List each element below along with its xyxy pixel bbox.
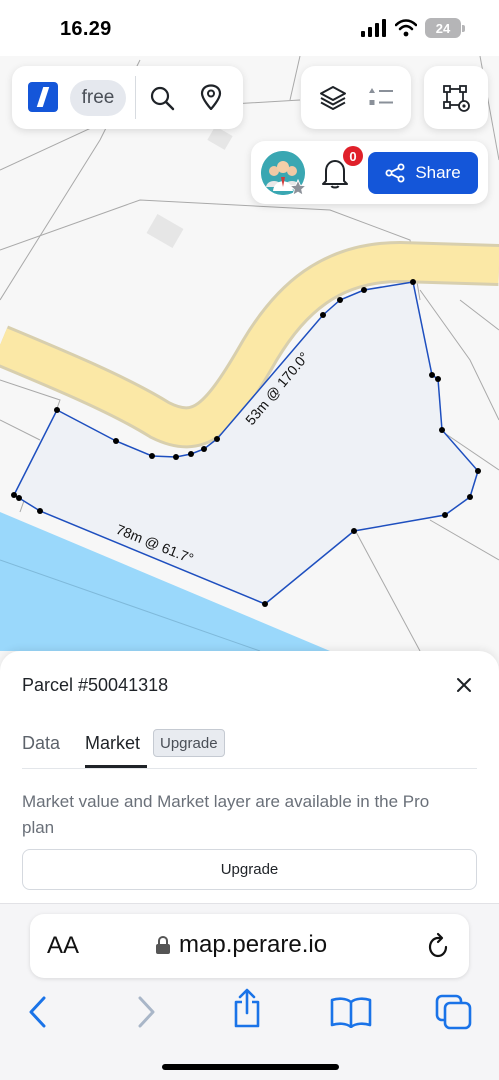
browser-chrome: AA map.perare.io (0, 903, 499, 1080)
plan-badge[interactable]: free (70, 80, 126, 116)
share-button-label: Share (415, 163, 461, 182)
edit-tools-panel (424, 66, 488, 129)
location-pin-icon[interactable] (198, 83, 224, 111)
close-icon[interactable] (452, 673, 476, 697)
status-bar: 16.29 24 (0, 0, 499, 56)
share-panel: 0 Share (251, 141, 488, 204)
layers-icon[interactable] (318, 83, 348, 113)
parcel-tabs: Data Market Upgrade (22, 729, 477, 769)
back-icon[interactable] (18, 992, 58, 1032)
tabs-icon[interactable] (434, 992, 474, 1032)
forward-icon[interactable] (126, 992, 166, 1032)
main-toolbar: free (12, 66, 243, 129)
wifi-icon (395, 19, 417, 37)
notification-count-badge: 0 (343, 146, 363, 166)
url-text: map.perare.io (179, 931, 328, 958)
status-time: 16.29 (60, 18, 112, 40)
tab-market[interactable]: Market (85, 733, 140, 766)
share-sheet-icon[interactable] (227, 986, 267, 1030)
tab-data[interactable]: Data (22, 733, 60, 754)
lock-icon (156, 935, 170, 954)
address-bar[interactable]: AA map.perare.io (30, 914, 469, 978)
app-logo-icon[interactable] (28, 82, 58, 112)
parcel-title: Parcel #50041318 (22, 675, 169, 695)
toolbar-divider (135, 76, 136, 119)
browser-nav-bar (0, 988, 499, 1032)
cellular-signal-icon (361, 19, 386, 37)
polygon-settings-icon[interactable] (441, 83, 471, 113)
bookmarks-icon[interactable] (330, 992, 372, 1032)
legend-list-icon[interactable] (367, 84, 395, 112)
upgrade-button[interactable]: Upgrade (22, 849, 477, 890)
share-icon (385, 163, 405, 183)
market-description: Market value and Market layer are availa… (22, 792, 430, 837)
battery-indicator: 24 (425, 18, 465, 38)
upgrade-badge[interactable]: Upgrade (153, 729, 225, 757)
share-button[interactable]: Share (368, 152, 478, 194)
home-indicator (162, 1064, 339, 1070)
reader-settings-button[interactable]: AA (47, 932, 79, 960)
active-tab-indicator (85, 765, 147, 768)
parcel-details-sheet: Parcel #50041318 Data Market Upgrade Mar… (0, 651, 499, 903)
favorite-star-icon (289, 179, 307, 197)
layers-toolbar (301, 66, 411, 129)
reload-icon[interactable] (425, 932, 451, 965)
search-icon[interactable] (148, 84, 176, 112)
